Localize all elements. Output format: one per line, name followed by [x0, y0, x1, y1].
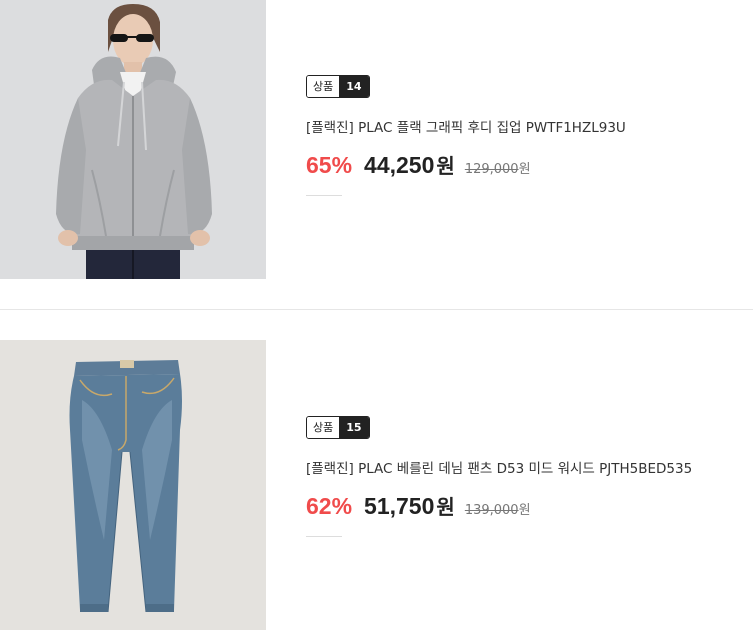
- short-divider: [306, 195, 342, 196]
- badge-number: 14: [339, 76, 369, 97]
- short-divider: [306, 536, 342, 537]
- original-price-currency: 원: [518, 162, 531, 177]
- product-image-hoodie[interactable]: [0, 0, 266, 279]
- sale-price: 51,750: [364, 493, 435, 519]
- badge-number: 15: [339, 417, 369, 438]
- product-image-jeans[interactable]: [0, 340, 266, 630]
- jeans-photo: [0, 340, 266, 630]
- product-badge[interactable]: 상품 15: [306, 416, 370, 439]
- discount-rate: 65%: [306, 152, 353, 178]
- discount-rate: 62%: [306, 493, 353, 519]
- product-card[interactable]: 상품 15 [플랙진] PLAC 베를린 데님 팬츠 D53 미드 워시드 PJ…: [0, 310, 753, 632]
- price-row: 62% 51,750 원 139,000 원: [306, 491, 692, 520]
- badge-label: 상품: [307, 417, 340, 438]
- original-price: 129,000: [464, 162, 519, 177]
- sale-price: 44,250: [364, 152, 435, 178]
- product-card[interactable]: 상품 14 [플랙진] PLAC 플랙 그래픽 후디 집업 PWTF1HZL93…: [0, 0, 753, 309]
- original-price: 139,000: [464, 503, 519, 518]
- product-title[interactable]: [플랙진] PLAC 플랙 그래픽 후디 집업 PWTF1HZL93U: [306, 116, 626, 136]
- sale-price-currency: 원: [436, 154, 455, 178]
- product-title[interactable]: [플랙진] PLAC 베를린 데님 팬츠 D53 미드 워시드 PJTH5BED…: [306, 457, 692, 477]
- product-info: 상품 14 [플랙진] PLAC 플랙 그래픽 후디 집업 PWTF1HZL93…: [306, 75, 626, 196]
- hoodie-photo: [0, 0, 266, 279]
- original-price-currency: 원: [518, 503, 531, 518]
- product-info: 상품 15 [플랙진] PLAC 베를린 데님 팬츠 D53 미드 워시드 PJ…: [306, 416, 692, 537]
- price-row: 65% 44,250 원 129,000 원: [306, 150, 626, 179]
- badge-label: 상품: [307, 76, 340, 97]
- product-badge[interactable]: 상품 14: [306, 75, 370, 98]
- sale-price-currency: 원: [436, 495, 455, 519]
